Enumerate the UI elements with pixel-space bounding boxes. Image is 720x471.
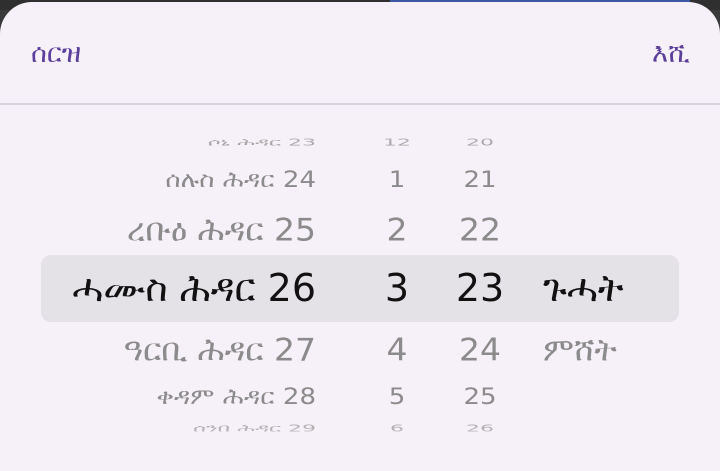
period-option[interactable]: ምሸት bbox=[543, 331, 617, 369]
period-option-selected[interactable]: ጉሓት bbox=[543, 266, 624, 311]
time-picker-sheet: ሰርዝ እሺ ሶኒ ሕዳር 23 ሰሉስ ሕዳር 24 ረቡዕ ሕዳር 25 ሓ… bbox=[0, 2, 720, 471]
period-wheel[interactable]: ጉሓት ምሸት bbox=[0, 2, 720, 471]
